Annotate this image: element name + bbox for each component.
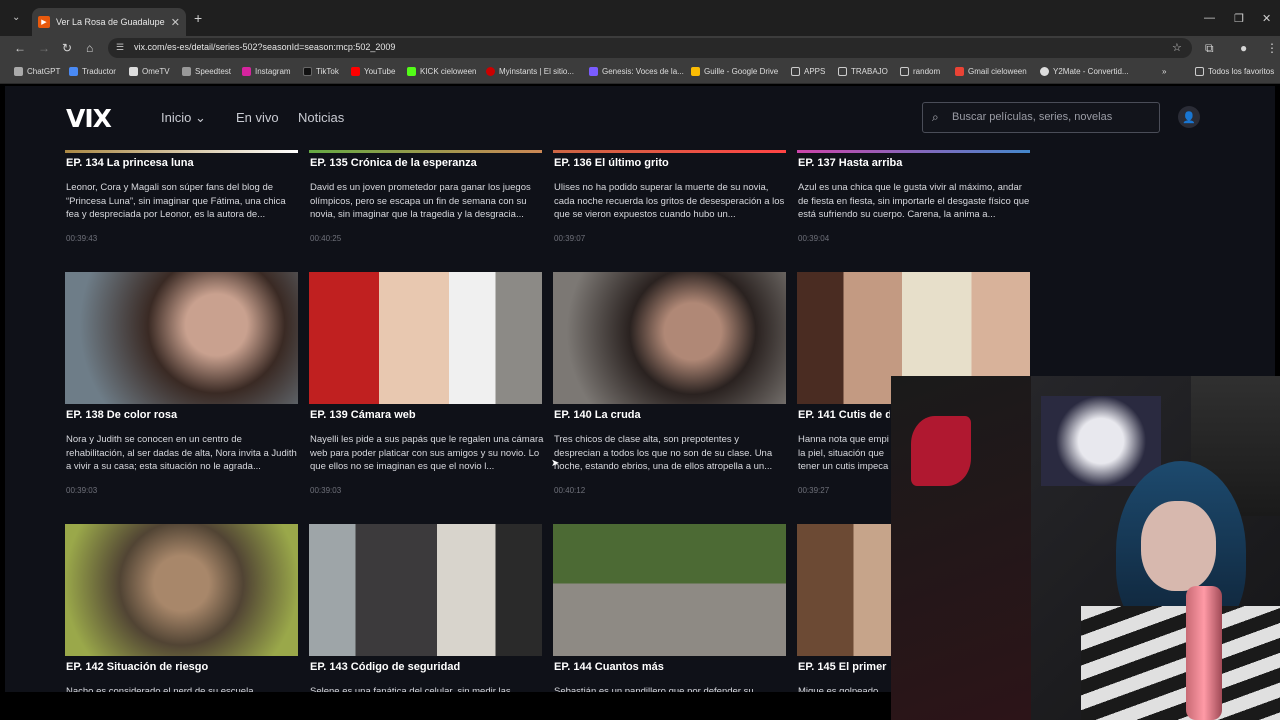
thumbnail-partial[interactable]: [797, 150, 1030, 153]
episode-thumbnail[interactable]: [65, 524, 298, 656]
tab-title: Ver La Rosa de Guadalupe por: [56, 17, 167, 27]
bookmark-folder[interactable]: random: [900, 67, 940, 76]
streamer-face: [1141, 501, 1216, 591]
chevron-down-icon: ⌄: [194, 110, 206, 125]
episode-title[interactable]: EP. 143 Código de seguridad: [310, 661, 542, 673]
thumbnail-partial[interactable]: [553, 150, 786, 153]
shelf-plushies: [1041, 396, 1161, 486]
episode-description: Nayelli les pide a sus papás que le rega…: [310, 434, 544, 472]
bookmark-item[interactable]: OmeTV: [129, 67, 170, 76]
mouse-cursor-icon: ➤: [551, 458, 560, 469]
close-tab-icon[interactable]: ✕: [171, 16, 180, 29]
bookmark-item[interactable]: KICK cieloween: [407, 67, 476, 76]
episode-title[interactable]: EP. 138 De color rosa: [66, 409, 298, 421]
episode-thumbnail[interactable]: [309, 272, 542, 404]
episode-description: Sebastián es un pandillero que por defen…: [554, 686, 754, 692]
episode-title[interactable]: EP. 136 El último grito: [554, 157, 786, 169]
vix-logo[interactable]: VIX: [66, 104, 112, 133]
plush-quill: [911, 416, 971, 486]
episode-description: Leonor, Cora y Magali son súper fans del…: [66, 182, 286, 220]
episode-description: David es un joven prometedor para ganar …: [310, 182, 531, 220]
episode-thumbnail[interactable]: [553, 524, 786, 656]
bookmark-star-icon[interactable]: ☆: [1172, 41, 1182, 54]
bookmark-folder[interactable]: APPS: [791, 67, 825, 76]
url-text[interactable]: vix.com/es-es/detail/series-502?seasonId…: [134, 42, 395, 52]
episode-title[interactable]: EP. 137 Hasta arriba: [798, 157, 1030, 169]
all-bookmarks-folder[interactable]: Todos los favoritos: [1195, 67, 1274, 76]
taskbar-strip: [0, 692, 891, 720]
bookmark-item[interactable]: Y2Mate - Convertid...: [1040, 67, 1129, 76]
maximize-icon[interactable]: ❐: [1234, 12, 1244, 25]
search-placeholder: Buscar películas, series, novelas: [952, 111, 1113, 123]
home-icon[interactable]: ⌂: [86, 41, 93, 55]
episode-duration: 00:40:12: [554, 486, 586, 495]
nav-inicio[interactable]: Inicio ⌄: [161, 110, 206, 126]
bookmark-item[interactable]: Traductor: [69, 67, 116, 76]
nav-noticias[interactable]: Noticias: [298, 110, 344, 125]
webcam-overlay: [891, 376, 1280, 720]
episode-title[interactable]: EP. 135 Crónica de la esperanza: [310, 157, 542, 169]
browser-tabstrip: [0, 0, 1280, 36]
bookmark-item[interactable]: TikTok: [303, 67, 339, 76]
bookmark-item[interactable]: Genesis: Voces de la...: [589, 67, 684, 76]
reload-icon[interactable]: ↻: [62, 41, 72, 55]
streamer-shirt: [1081, 606, 1280, 720]
vix-favicon-icon: ▶: [38, 16, 50, 28]
bookmark-item[interactable]: YouTube: [351, 67, 395, 76]
close-window-icon[interactable]: ✕: [1262, 12, 1271, 25]
forward-icon[interactable]: →: [38, 41, 50, 55]
episode-description: Nora y Judith se conocen en un centro de…: [66, 434, 297, 472]
episode-title[interactable]: EP. 139 Cámara web: [310, 409, 542, 421]
bookmark-item[interactable]: ChatGPT: [14, 67, 60, 76]
bookmark-item[interactable]: Guille - Google Drive: [691, 67, 778, 76]
episode-description: Selene es una fanática del celular, sin …: [310, 686, 511, 692]
bookmark-item[interactable]: Speedtest: [182, 67, 231, 76]
episode-description: Nacho es considerado el nerd de su escue…: [66, 686, 254, 692]
episode-duration: 00:39:07: [554, 234, 586, 243]
menu-icon[interactable]: ⋮: [1266, 41, 1278, 55]
bookmark-item[interactable]: Instagram: [242, 67, 291, 76]
tab-list-chevron-icon[interactable]: ⌄: [12, 12, 20, 23]
episode-title[interactable]: EP. 145 El primer g: [798, 661, 890, 673]
episode-duration: 00:39:03: [66, 486, 98, 495]
extensions-icon[interactable]: ⧉: [1205, 41, 1214, 56]
thumbnail-partial[interactable]: [309, 150, 542, 153]
episode-description: Ulises no ha podido superar la muerte de…: [554, 182, 785, 220]
episode-duration: 00:40:25: [310, 234, 342, 243]
microphone: [1186, 586, 1222, 720]
episode-duration: 00:39:27: [798, 486, 830, 495]
episode-title[interactable]: EP. 134 La princesa luna: [66, 157, 298, 169]
new-tab-icon[interactable]: +: [194, 10, 202, 26]
episode-thumbnail[interactable]: [797, 524, 891, 656]
episode-duration: 00:39:04: [798, 234, 830, 243]
bookmark-folder[interactable]: TRABAJO: [838, 67, 888, 76]
minimize-icon[interactable]: —: [1204, 12, 1215, 24]
episode-thumbnail[interactable]: [65, 272, 298, 404]
episode-description: Hanna nota que empi la piel, situación q…: [798, 434, 889, 472]
episode-description: Tres chicos de clase alta, son prepotent…: [554, 434, 773, 472]
episode-title[interactable]: EP. 141 Cutis de di: [798, 409, 890, 421]
site-info-icon[interactable]: ☰: [116, 42, 124, 53]
more-bookmarks-icon[interactable]: »: [1162, 67, 1166, 76]
user-avatar-icon[interactable]: 👤: [1178, 106, 1200, 128]
episode-title[interactable]: EP. 140 La cruda: [554, 409, 786, 421]
nav-en-vivo[interactable]: En vivo: [236, 110, 279, 125]
thumbnail-partial[interactable]: [65, 150, 298, 153]
episode-description: Azul es una chica que le gusta vivir al …: [798, 182, 1030, 220]
episode-description: Migue es golpeado po: [798, 686, 879, 692]
episode-duration: 00:39:43: [66, 234, 98, 243]
episode-title[interactable]: EP. 142 Situación de riesgo: [66, 661, 298, 673]
bookmark-item[interactable]: Myinstants | El sitio...: [486, 67, 574, 76]
episode-thumbnail[interactable]: [553, 272, 786, 404]
episode-duration: 00:39:03: [310, 486, 342, 495]
episode-title[interactable]: EP. 144 Cuantos más: [554, 661, 786, 673]
profile-icon[interactable]: ●: [1240, 41, 1247, 55]
browser-tab[interactable]: ▶ Ver La Rosa de Guadalupe por ✕: [32, 8, 186, 36]
search-icon: ⌕: [932, 110, 939, 124]
bookmark-item[interactable]: Gmail cieloween: [955, 67, 1027, 76]
episode-thumbnail[interactable]: [309, 524, 542, 656]
back-icon[interactable]: ←: [14, 41, 26, 55]
